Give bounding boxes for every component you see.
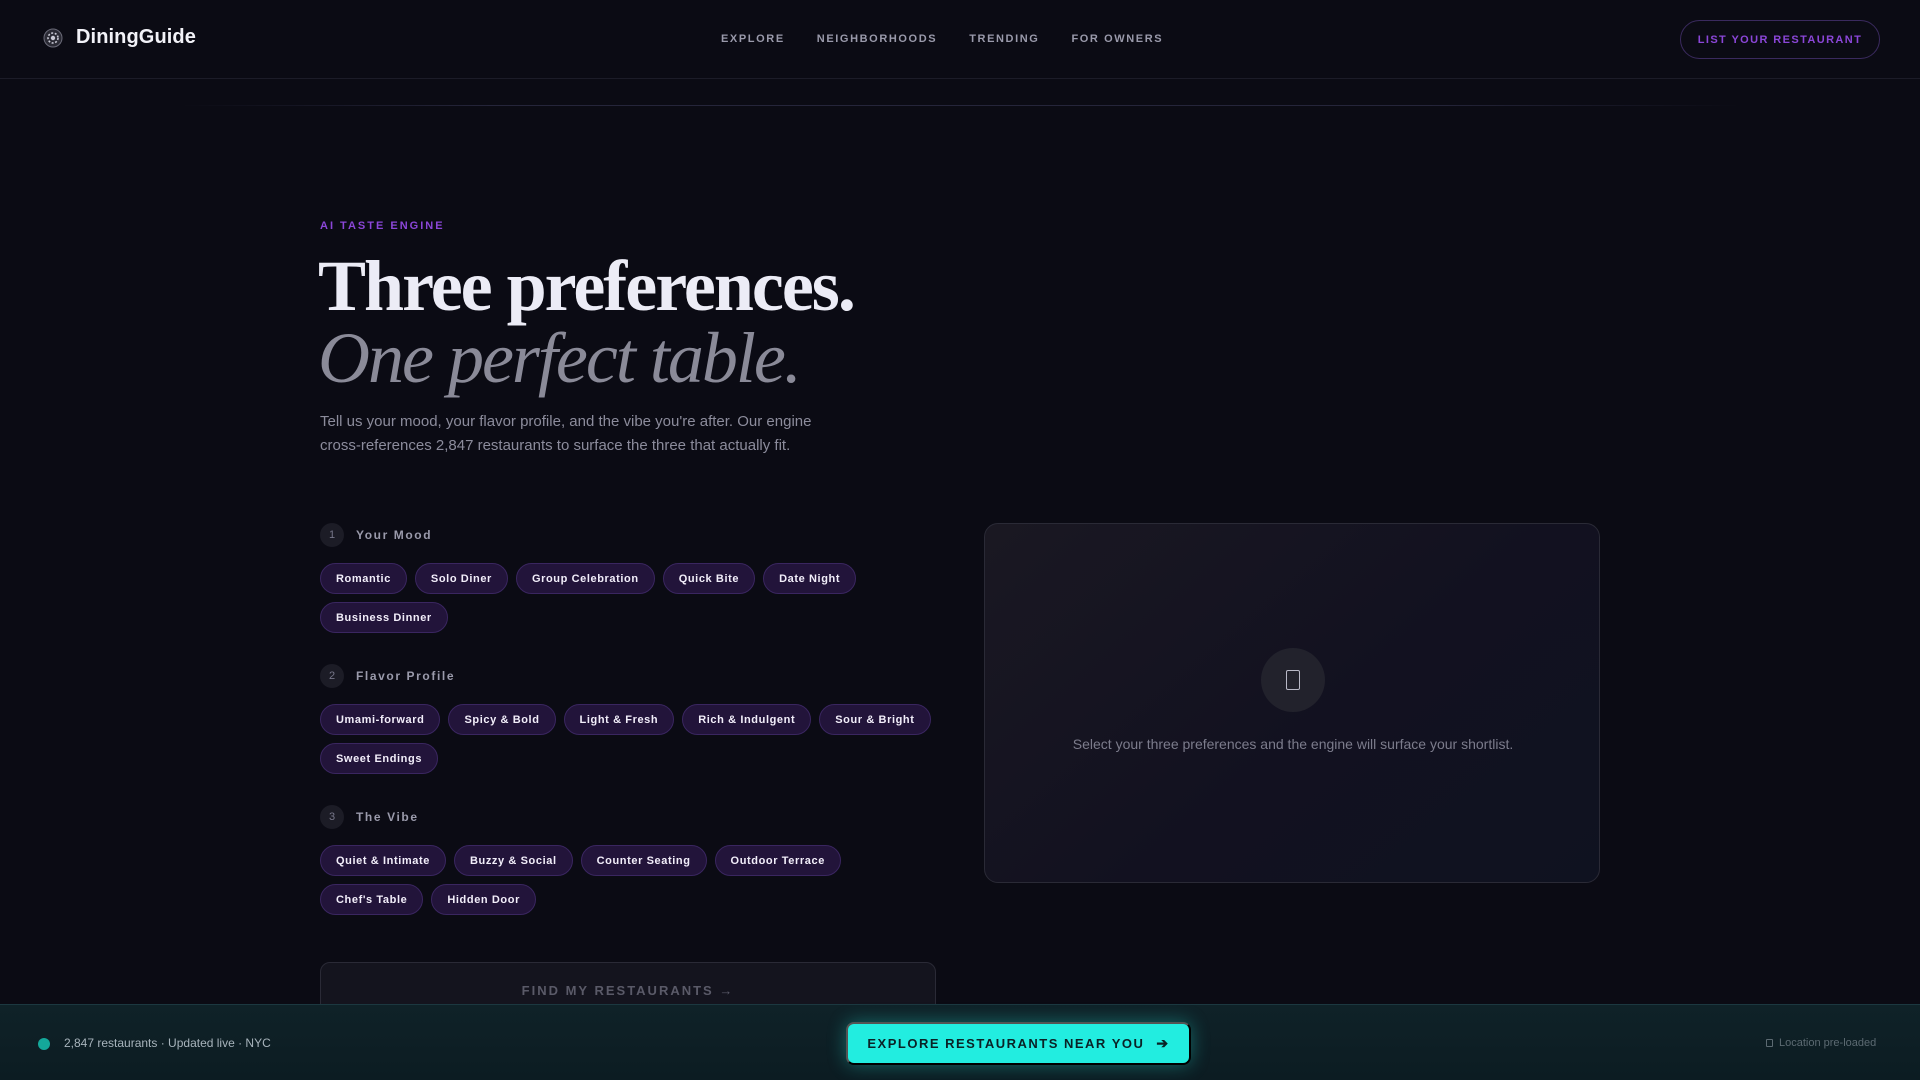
vibe-chip-outdoor-terrace[interactable]: Outdoor Terrace [714, 845, 841, 876]
vibe-chip-counter-seating[interactable]: Counter Seating [580, 845, 707, 876]
section-divider [180, 105, 1740, 106]
list-restaurant-button[interactable]: LIST YOUR RESTAURANT [1680, 20, 1880, 59]
vibe-group-header: 3 The Vibe [320, 805, 419, 829]
hero-description: Tell us your mood, your flavor profile, … [320, 413, 812, 454]
flavor-chip-light-fresh[interactable]: Light & Fresh [563, 704, 675, 735]
eyebrow-label: AI TASTE ENGINE [320, 220, 445, 232]
nav-link-explore[interactable]: EXPLORE [721, 33, 785, 45]
vibe-chip-chefs-table[interactable]: Chef's Table [320, 884, 424, 915]
mood-chip-business-dinner[interactable]: Business Dinner [320, 602, 448, 633]
bookmark-icon [1261, 648, 1325, 712]
mood-chip-group-celebration[interactable]: Group Celebration [515, 563, 655, 594]
empty-state-message: Select your three preferences and the en… [1072, 736, 1514, 752]
vibe-chip-hidden-door[interactable]: Hidden Door [431, 884, 536, 915]
nav-link-neighborhoods[interactable]: NEIGHBORHOODS [817, 33, 937, 45]
vibe-chip-buzzy-social[interactable]: Buzzy & Social [453, 845, 573, 876]
step-number: 3 [320, 805, 344, 829]
flavor-chip-rich-indulgent[interactable]: Rich & Indulgent [682, 704, 812, 735]
flavor-group-header: 2 Flavor Profile [320, 664, 455, 688]
bottom-bar: 2,847 restaurants · Updated live · NYC E… [0, 1004, 1920, 1080]
explore-near-you-button[interactable]: EXPLORE RESTAURANTS NEAR YOU ➔ [846, 1022, 1191, 1065]
mood-chip-date-night[interactable]: Date Night [763, 563, 857, 594]
arrow-right-icon: ➔ [1156, 1035, 1170, 1051]
flavor-chip-sour-bright[interactable]: Sour & Bright [819, 704, 931, 735]
live-status-dot-icon [38, 1038, 50, 1050]
brand-name: DiningGuide [76, 26, 196, 48]
vibe-options: Quiet & Intimate Buzzy & Social Counter … [320, 845, 940, 915]
location-status-text: Location pre-loaded [1779, 1037, 1877, 1049]
group-title: Flavor Profile [356, 669, 456, 683]
flavor-options: Umami-forward Spicy & Bold Light & Fresh… [320, 704, 940, 774]
explore-button-label: EXPLORE RESTAURANTS NEAR YOU [867, 1036, 1145, 1051]
flavor-chip-umami-forward[interactable]: Umami-forward [320, 704, 441, 735]
vibe-chip-quiet-intimate[interactable]: Quiet & Intimate [320, 845, 446, 876]
mood-group-header: 1 Your Mood [320, 523, 432, 547]
logo[interactable]: DiningGuide [42, 26, 196, 49]
primary-nav: EXPLORE NEIGHBORHOODS TRENDING FOR OWNER… [721, 33, 1163, 45]
top-nav: DiningGuide EXPLORE NEIGHBORHOODS TRENDI… [0, 0, 1920, 79]
step-number: 1 [320, 523, 344, 547]
live-status-text: 2,847 restaurants · Updated live · NYC [64, 1036, 271, 1050]
mood-chip-romantic[interactable]: Romantic [320, 563, 407, 594]
step-number: 2 [320, 664, 344, 688]
group-title: The Vibe [356, 810, 419, 824]
mood-chip-solo-diner[interactable]: Solo Diner [414, 563, 508, 594]
flavor-chip-sweet-endings[interactable]: Sweet Endings [320, 743, 439, 774]
nav-link-for-owners[interactable]: FOR OWNERS [1071, 33, 1163, 45]
location-icon [1766, 1039, 1773, 1047]
mood-options: Romantic Solo Diner Group Celebration Qu… [320, 563, 940, 633]
hero-subtitle: One perfect table. [318, 318, 802, 398]
location-status: Location pre-loaded [1766, 1037, 1876, 1049]
gear-logo-icon [43, 28, 63, 47]
results-panel: Select your three preferences and the en… [984, 523, 1600, 883]
group-title: Your Mood [356, 528, 433, 542]
flavor-chip-spicy-bold[interactable]: Spicy & Bold [448, 704, 556, 735]
mood-chip-quick-bite[interactable]: Quick Bite [662, 563, 756, 594]
nav-link-trending[interactable]: TRENDING [969, 33, 1039, 45]
